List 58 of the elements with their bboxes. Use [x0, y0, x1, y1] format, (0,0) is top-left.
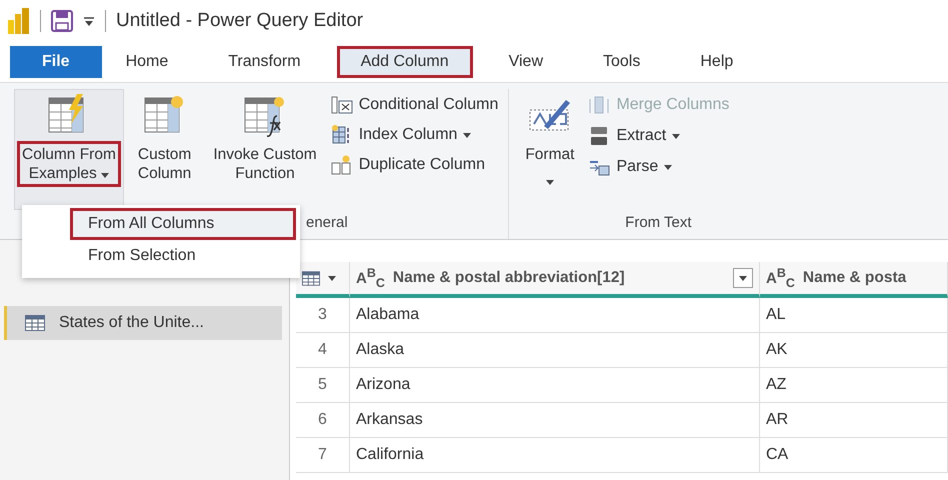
window-title: Untitled - Power Query Editor — [116, 10, 364, 32]
save-icon[interactable] — [51, 10, 73, 32]
ribbon-tab[interactable]: Tools — [579, 46, 664, 78]
ribbon-tab[interactable]: View — [484, 46, 567, 78]
table-cell: California — [350, 438, 760, 473]
ribbon-large-button[interactable]: Invoke Custom Function — [205, 89, 325, 210]
row-number: 7 — [296, 438, 350, 473]
group-label: From Text — [624, 213, 692, 233]
filter-button[interactable] — [733, 268, 753, 288]
table-cell: Alabama — [350, 298, 760, 333]
column-header[interactable]: A$^{B}$$_{C}$ Name & posta — [760, 262, 948, 298]
button-label: Invoke Custom Function — [212, 145, 318, 184]
row-number: 3 — [296, 298, 350, 333]
ribbon-large-button[interactable]: Custom Column — [130, 89, 200, 210]
row-number: 4 — [296, 333, 350, 368]
table-cell: AR — [760, 403, 948, 438]
merge-columns-icon — [588, 95, 610, 115]
menu-item[interactable]: From All Columns — [70, 208, 296, 240]
ribbon-large-button[interactable]: Column From Examples — [14, 89, 124, 210]
button-label: Format — [524, 145, 576, 165]
duplicate-column-icon — [330, 155, 353, 175]
caret-icon — [739, 276, 747, 280]
row-number: 6 — [296, 403, 350, 438]
ribbon-tab[interactable]: Add Column — [336, 46, 473, 78]
ribbon-small-button[interactable]: Conditional Column — [330, 95, 498, 115]
menu-item[interactable]: From Selection — [70, 240, 296, 272]
conditional-column-icon — [330, 95, 353, 115]
button-label: Column From Examples — [17, 141, 121, 187]
column-header[interactable]: A$^{B}$$_{C}$ Name & postal abbreviation[12] — [350, 262, 760, 298]
table-cell: AL — [760, 298, 948, 333]
ribbon-small-button[interactable]: Duplicate Column — [330, 155, 498, 175]
column-title: Name & postal abbreviation[12] — [392, 269, 625, 287]
query-item[interactable]: States of the Unite... — [4, 306, 282, 340]
column-title: Name & posta — [802, 269, 906, 287]
table-cell: AZ — [760, 368, 948, 403]
table-cell: Arkansas — [350, 403, 760, 438]
button-label: Custom Column — [136, 145, 192, 184]
app-logo-icon — [8, 8, 30, 34]
table-function-icon — [243, 94, 287, 138]
ribbon-small-button[interactable]: Parse — [588, 157, 730, 177]
quick-access-dropdown-icon[interactable] — [83, 15, 95, 27]
table-cell: CA — [760, 438, 948, 473]
query-label: States of the Unite... — [59, 314, 204, 332]
table-cell: AK — [760, 333, 948, 368]
table-cell: Alaska — [350, 333, 760, 368]
ribbon-tab[interactable]: Help — [676, 46, 758, 78]
table-icon — [302, 270, 320, 286]
file-tab[interactable]: File — [10, 46, 102, 78]
ribbon-tab[interactable]: Home — [102, 46, 192, 78]
row-number: 5 — [296, 368, 350, 403]
group-label: eneral — [306, 213, 348, 233]
caret-icon — [328, 276, 336, 280]
ribbon-small-button[interactable]: Index Column — [330, 125, 498, 145]
ribbon-tab[interactable]: Transform — [204, 46, 325, 78]
ribbon-small-button[interactable]: Extract — [588, 125, 730, 147]
ribbon-large-button[interactable]: Format — [517, 89, 582, 210]
table-cell: Arizona — [350, 368, 760, 403]
table-icon — [25, 315, 45, 331]
